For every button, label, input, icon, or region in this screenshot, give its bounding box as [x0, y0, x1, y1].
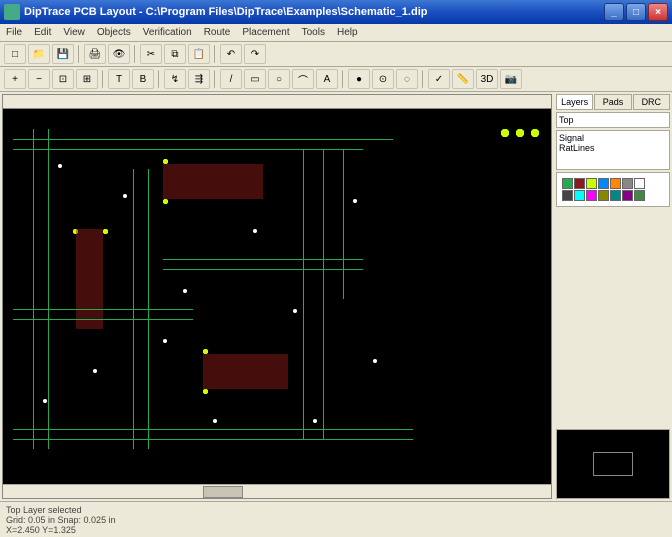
menu-edit[interactable]: Edit — [34, 27, 51, 38]
separator — [134, 45, 136, 63]
layer-swatch[interactable] — [586, 190, 597, 201]
via-tool-button[interactable]: ⊙ — [372, 69, 394, 89]
menu-bar: File Edit View Objects Verification Rout… — [0, 24, 672, 42]
layer-swatch[interactable] — [562, 178, 573, 189]
main-area: Layers Pads DRC Top Signal RatLines — [0, 92, 672, 501]
separator — [78, 45, 80, 63]
view-3d-button[interactable]: 3D — [476, 69, 498, 89]
rect-tool-button[interactable]: ▭ — [244, 69, 266, 89]
separator — [214, 70, 216, 88]
hole-tool-button[interactable]: ◌ — [396, 69, 418, 89]
new-button[interactable]: □ — [4, 44, 26, 64]
horizontal-ruler — [3, 95, 551, 109]
cut-button[interactable]: ✂ — [140, 44, 162, 64]
layer-swatch[interactable] — [562, 190, 573, 201]
layer-swatch[interactable] — [634, 178, 645, 189]
preview-outline-icon — [593, 452, 633, 476]
signal-box: Signal RatLines — [556, 130, 670, 170]
line-tool-button[interactable]: / — [220, 69, 242, 89]
screenshot-button[interactable]: 📷 — [500, 69, 522, 89]
signal-label: Signal — [559, 133, 667, 143]
maximize-button[interactable]: □ — [626, 3, 646, 21]
scroll-thumb[interactable] — [203, 486, 243, 498]
tab-layers[interactable]: Layers — [556, 94, 593, 110]
status-bar: Top Layer selected Grid: 0.05 in Snap: 0… — [0, 501, 672, 537]
print-button[interactable]: 🖨 — [84, 44, 106, 64]
layer-swatch[interactable] — [610, 178, 621, 189]
menu-tools[interactable]: Tools — [302, 27, 325, 38]
paste-button[interactable]: 📋 — [188, 44, 210, 64]
menu-objects[interactable]: Objects — [97, 27, 131, 38]
side-tabs: Layers Pads DRC — [556, 94, 670, 110]
menu-verification[interactable]: Verification — [143, 27, 192, 38]
layer-bottom-button[interactable]: B — [132, 69, 154, 89]
layer-swatch[interactable] — [610, 190, 621, 201]
drc-button[interactable]: ✓ — [428, 69, 450, 89]
save-button[interactable]: 💾 — [52, 44, 74, 64]
side-panel: Layers Pads DRC Top Signal RatLines — [554, 92, 672, 501]
copy-button[interactable]: ⧉ — [164, 44, 186, 64]
layer-swatch[interactable] — [574, 190, 585, 201]
canvas-container — [2, 94, 552, 499]
minimize-button[interactable]: _ — [604, 3, 624, 21]
pad-tool-button[interactable]: ● — [348, 69, 370, 89]
menu-view[interactable]: View — [63, 27, 85, 38]
route-auto-button[interactable]: ⇶ — [188, 69, 210, 89]
layer-swatch[interactable] — [622, 178, 633, 189]
zoom-in-button[interactable]: + — [4, 69, 26, 89]
layer-top-button[interactable]: T — [108, 69, 130, 89]
layer-swatch-box — [556, 172, 670, 207]
separator — [422, 70, 424, 88]
separator — [342, 70, 344, 88]
active-layer-label: Top — [559, 115, 574, 125]
measure-button[interactable]: 📏 — [452, 69, 474, 89]
app-icon — [4, 4, 20, 20]
tab-drc[interactable]: DRC — [633, 94, 670, 110]
window-titlebar: DipTrace PCB Layout - C:\Program Files\D… — [0, 0, 672, 24]
status-line-3: X=2.450 Y=1.325 — [6, 525, 666, 535]
horizontal-scrollbar[interactable] — [3, 484, 551, 498]
layer-swatch[interactable] — [622, 190, 633, 201]
status-line-2: Grid: 0.05 in Snap: 0.025 in — [6, 515, 666, 525]
pcb-artwork — [3, 109, 551, 484]
open-button[interactable]: 📁 — [28, 44, 50, 64]
separator — [158, 70, 160, 88]
redo-button[interactable]: ↷ — [244, 44, 266, 64]
zoom-fit-button[interactable]: ⊡ — [52, 69, 74, 89]
separator — [214, 45, 216, 63]
zoom-window-button[interactable]: ⊞ — [76, 69, 98, 89]
undo-button[interactable]: ↶ — [220, 44, 242, 64]
layer-color-grid — [559, 175, 667, 204]
zoom-out-button[interactable]: − — [28, 69, 50, 89]
window-title: DipTrace PCB Layout - C:\Program Files\D… — [24, 6, 604, 18]
preview-button[interactable]: 👁 — [108, 44, 130, 64]
separator — [102, 70, 104, 88]
menu-help[interactable]: Help — [337, 27, 358, 38]
menu-route[interactable]: Route — [204, 27, 231, 38]
close-button[interactable]: × — [648, 3, 668, 21]
route-manual-button[interactable]: ↯ — [164, 69, 186, 89]
toolbar-design: + − ⊡ ⊞ T B ↯ ⇶ / ▭ ○ ⌒ A ● ⊙ ◌ ✓ 📏 3D 📷 — [0, 67, 672, 92]
circle-tool-button[interactable]: ○ — [268, 69, 290, 89]
text-tool-button[interactable]: A — [316, 69, 338, 89]
ratlines-label: RatLines — [559, 143, 667, 153]
pcb-canvas[interactable] — [3, 109, 551, 484]
menu-placement[interactable]: Placement — [242, 27, 289, 38]
toolbar-standard: □ 📁 💾 🖨 👁 ✂ ⧉ 📋 ↶ ↷ — [0, 42, 672, 67]
arc-tool-button[interactable]: ⌒ — [292, 69, 314, 89]
layer-swatch[interactable] — [574, 178, 585, 189]
status-line-1: Top Layer selected — [6, 505, 666, 515]
layer-swatch[interactable] — [598, 190, 609, 201]
layer-swatch[interactable] — [598, 178, 609, 189]
tab-pads[interactable]: Pads — [594, 94, 631, 110]
menu-file[interactable]: File — [6, 27, 22, 38]
component-preview — [556, 429, 670, 499]
layer-swatch[interactable] — [586, 178, 597, 189]
layer-selector[interactable]: Top — [556, 112, 670, 128]
layer-swatch[interactable] — [634, 190, 645, 201]
